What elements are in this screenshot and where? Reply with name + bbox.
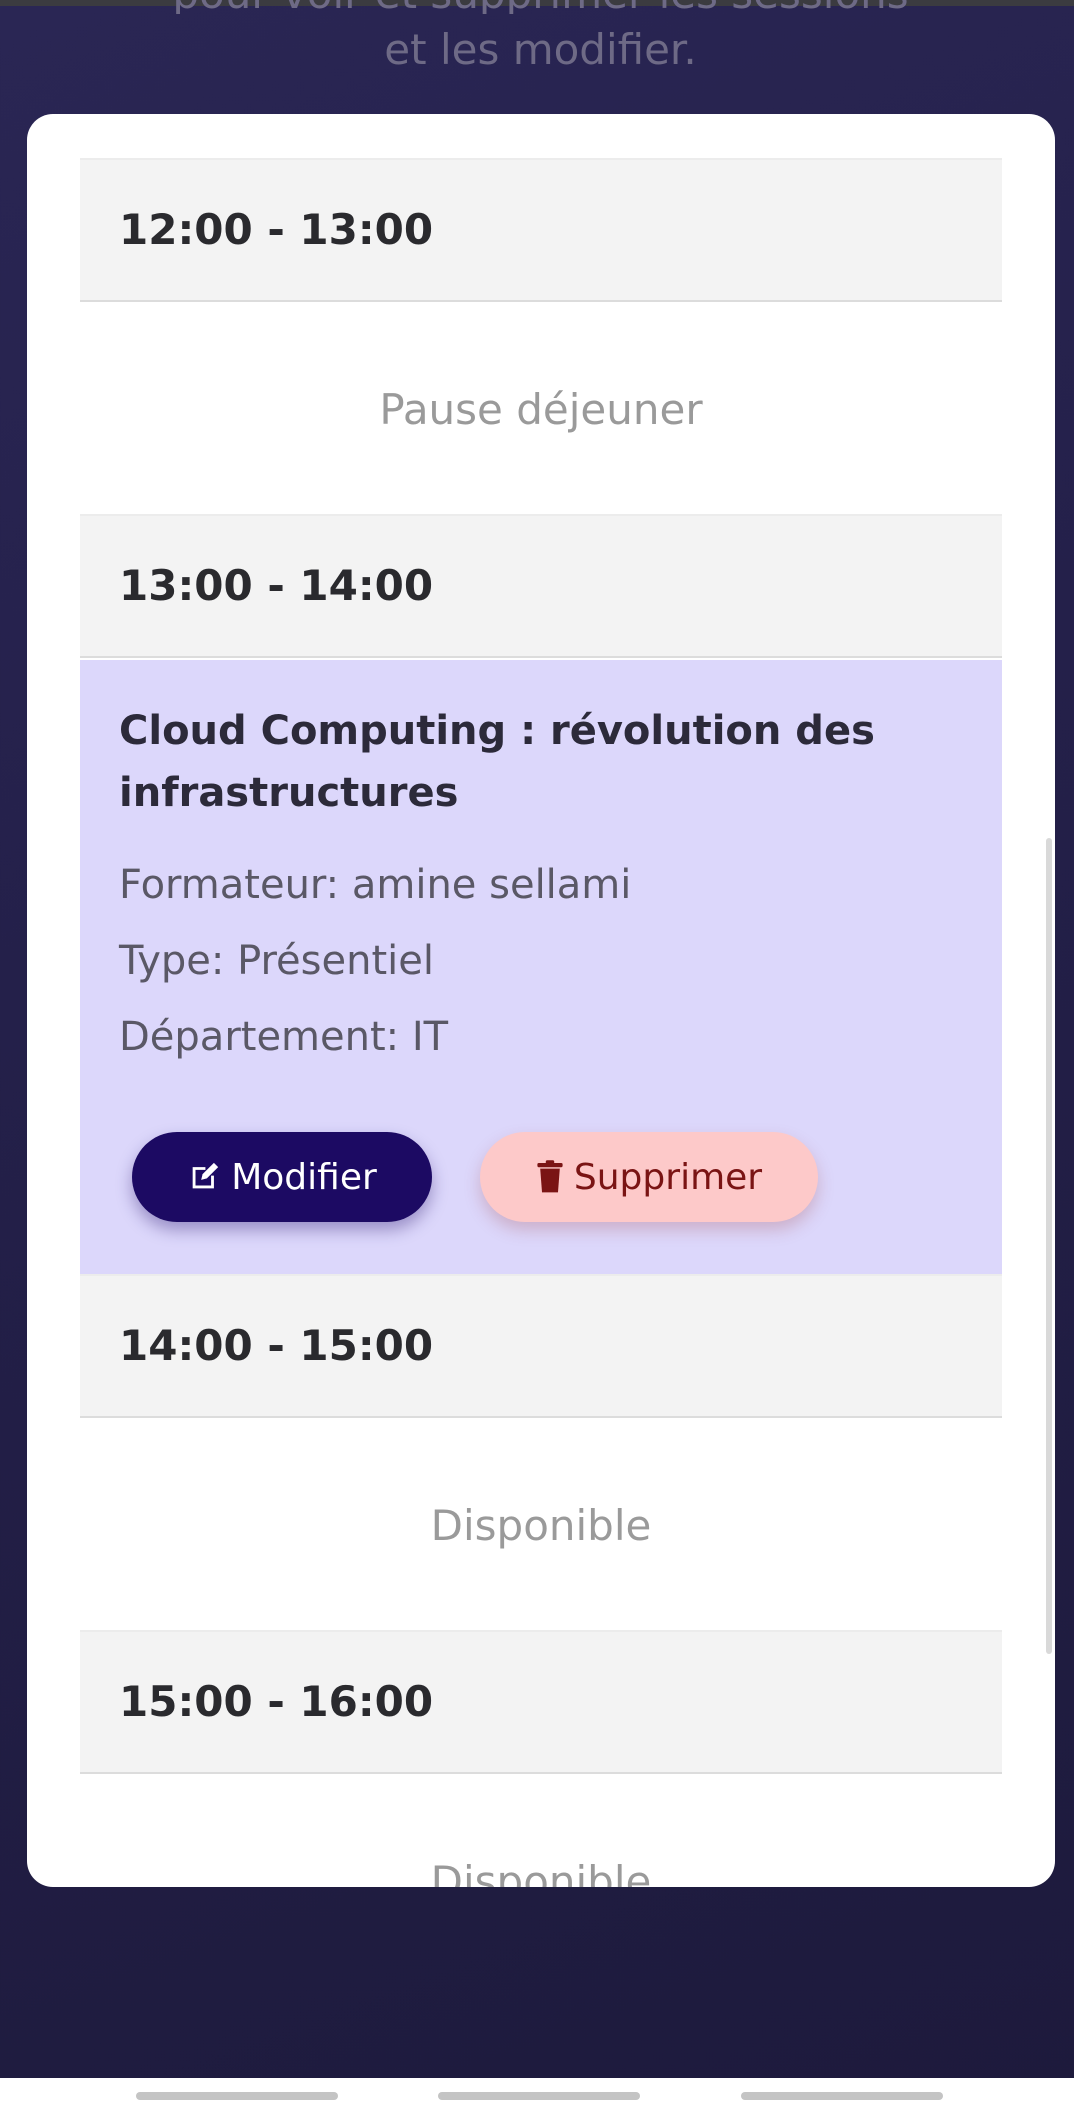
slot-header-1300: 13:00 - 14:00 [80, 514, 1002, 658]
delete-session-button[interactable]: Supprimer [480, 1132, 818, 1222]
slot-status-lunch: Pause déjeuner [379, 385, 703, 434]
delete-button-label: Supprimer [573, 1156, 763, 1198]
slot-status-available: Disponible [430, 1857, 652, 1887]
slot-time: 15:00 - 16:00 [119, 1677, 434, 1726]
session-title: Cloud Computing : révolution des infrast… [119, 708, 875, 816]
session-department: Département: IT [119, 1014, 449, 1060]
page-subtitle-clipped: pour voir et supprimer les sessions [0, 0, 1074, 14]
scrollbar[interactable] [1046, 838, 1052, 1654]
session-block[interactable]: Cloud Computing : révolution des infrast… [80, 660, 1002, 1274]
trash-icon [536, 1160, 564, 1194]
edit-button-label: Modifier [231, 1156, 377, 1198]
edit-icon [187, 1160, 221, 1194]
slot-header-1500: 15:00 - 16:00 [80, 1630, 1002, 1774]
slot-header-1200: 12:00 - 13:00 [80, 158, 1002, 302]
nav-handle[interactable] [136, 2092, 338, 2100]
nav-handle[interactable] [438, 2092, 640, 2100]
schedule-card[interactable]: 12:00 - 13:00 Pause déjeuner 13:00 - 14:… [27, 114, 1055, 1887]
slot-time: 12:00 - 13:00 [119, 205, 434, 254]
session-type: Type: Présentiel [119, 938, 434, 984]
slot-time: 13:00 - 14:00 [119, 561, 434, 610]
slot-header-1400: 14:00 - 15:00 [80, 1274, 1002, 1418]
page-subtitle: et les modifier. [384, 25, 697, 74]
slot-status-available: Disponible [430, 1501, 652, 1550]
session-trainer: Formateur: amine sellami [119, 862, 632, 908]
nav-handle[interactable] [741, 2092, 943, 2100]
slot-time: 14:00 - 15:00 [119, 1321, 434, 1370]
edit-session-button[interactable]: Modifier [132, 1132, 432, 1222]
